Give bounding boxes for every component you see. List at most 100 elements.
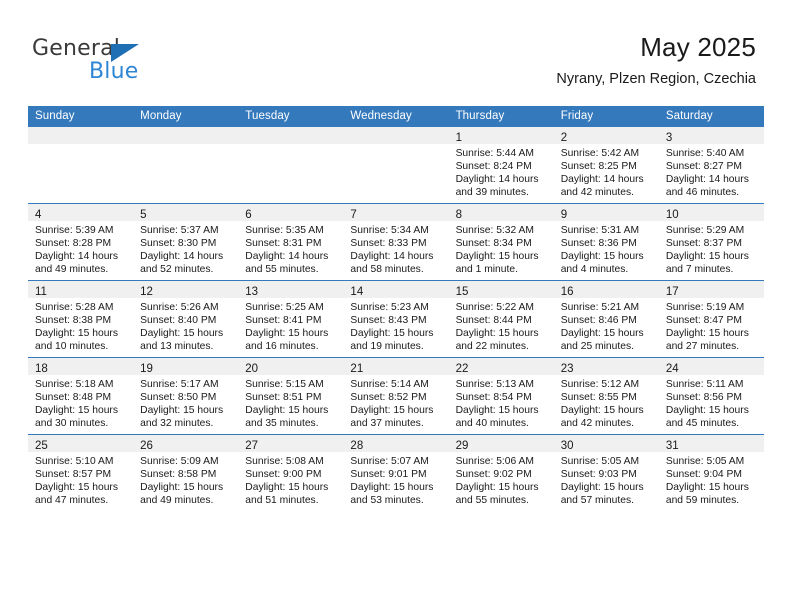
sunrise-text: Sunrise: 5:19 AM	[665, 302, 745, 313]
calendar-day-cell[interactable]: 26 Sunrise: 5:09 AM Sunset: 8:58 PM Dayligh…	[133, 434, 239, 511]
calendar-day-cell[interactable]: 18 Sunrise: 5:18 AM Sunset: 8:48 PM Dayligh…	[28, 357, 134, 435]
day-cell-details: Sunrise: 5:05 AM Sunset: 9:03 PM Daylight:…	[554, 452, 659, 507]
day-number: 29	[455, 440, 469, 452]
calendar-day-cell[interactable]: 8 Sunrise: 5:32 AM Sunset: 8:34 PM Daylight…	[448, 203, 554, 281]
calendar-day-cell[interactable]: 24 Sunrise: 5:11 AM Sunset: 8:56 PM Dayligh…	[658, 357, 764, 435]
sunrise-text: Sunrise: 5:06 AM	[455, 456, 534, 467]
calendar-day-cell[interactable]: 17 Sunrise: 5:19 AM Sunset: 8:47 PM Dayligh…	[658, 280, 764, 358]
sunrise-text: Sunrise: 5:26 AM	[140, 302, 219, 313]
daylight-text-line2: and 45 minutes.	[665, 418, 740, 430]
calendar-day-cell[interactable]: 3 Sunrise: 5:40 AM Sunset: 8:27 PM Daylight…	[658, 127, 764, 204]
day-cell-inner: 22 Sunrise: 5:13 AM Sunset: 8:54 PM Dayligh…	[448, 358, 554, 434]
calendar-day-cell[interactable]: 1 Sunrise: 5:44 AM Sunset: 8:24 PM Daylight…	[448, 127, 554, 204]
calendar-day-cell[interactable]: 11 Sunrise: 5:28 AM Sunset: 8:38 PM Dayligh…	[28, 280, 134, 358]
calendar-day-cell[interactable]: 15 Sunrise: 5:22 AM Sunset: 8:44 PM Dayligh…	[448, 280, 554, 358]
daylight-text-line1: Daylight: 14 hours	[350, 251, 434, 263]
day-number-band	[28, 127, 134, 144]
daylight-text-line2: and 1 minute.	[455, 264, 518, 276]
calendar-day-cell[interactable]: 12 Sunrise: 5:26 AM Sunset: 8:40 PM Dayligh…	[133, 280, 239, 358]
calendar-day-cell[interactable]: 25 Sunrise: 5:10 AM Sunset: 8:57 PM Dayligh…	[28, 434, 134, 511]
day-number-band: 9	[553, 204, 659, 221]
day-number-band: 19	[133, 358, 239, 375]
calendar-day-cell[interactable]: 30 Sunrise: 5:05 AM Sunset: 9:03 PM Dayligh…	[553, 434, 659, 511]
daylight-text-line1: Daylight: 15 hours	[140, 405, 224, 417]
day-cell-inner: 13 Sunrise: 5:25 AM Sunset: 8:41 PM Dayligh…	[238, 281, 344, 357]
sunset-text: Sunset: 8:40 PM	[140, 315, 217, 327]
calendar-day-cell[interactable]: 16 Sunrise: 5:21 AM Sunset: 8:46 PM Dayligh…	[553, 280, 659, 358]
day-number: 16	[560, 286, 574, 298]
calendar-day-cell[interactable]: 20 Sunrise: 5:15 AM Sunset: 8:51 PM Dayligh…	[238, 357, 344, 435]
calendar-cell-empty	[133, 127, 239, 204]
page-subtitle: Nyrany, Plzen Region, Czechia	[556, 71, 756, 87]
calendar-day-cell[interactable]: 9 Sunrise: 5:31 AM Sunset: 8:36 PM Daylight…	[553, 203, 659, 281]
day-cell-inner: 19 Sunrise: 5:17 AM Sunset: 8:50 PM Dayligh…	[133, 358, 239, 434]
calendar-day-cell[interactable]: 28 Sunrise: 5:07 AM Sunset: 9:01 PM Dayligh…	[343, 434, 449, 511]
sunset-text: Sunset: 9:01 PM	[350, 469, 427, 481]
day-number: 7	[350, 209, 357, 221]
day-cell-inner: 29 Sunrise: 5:06 AM Sunset: 9:02 PM Dayligh…	[448, 435, 554, 511]
daylight-text-line1: Daylight: 15 hours	[665, 482, 749, 494]
day-cell-inner: 1 Sunrise: 5:44 AM Sunset: 8:24 PM Daylight…	[448, 127, 554, 203]
day-cell-details: Sunrise: 5:13 AM Sunset: 8:54 PM Daylight:…	[449, 375, 554, 430]
daylight-text-line1: Daylight: 15 hours	[455, 482, 539, 494]
calendar-day-cell[interactable]: 19 Sunrise: 5:17 AM Sunset: 8:50 PM Dayligh…	[133, 357, 239, 435]
calendar-week-row: 4 Sunrise: 5:39 AM Sunset: 8:28 PM Daylight…	[28, 203, 764, 281]
day-number-band: 24	[658, 358, 764, 375]
day-cell-inner: 18 Sunrise: 5:18 AM Sunset: 8:48 PM Dayligh…	[28, 358, 134, 434]
day-number: 1	[455, 132, 462, 144]
calendar-day-cell[interactable]: 27 Sunrise: 5:08 AM Sunset: 9:00 PM Dayligh…	[238, 434, 344, 511]
calendar-day-cell[interactable]: 21 Sunrise: 5:14 AM Sunset: 8:52 PM Dayligh…	[343, 357, 449, 435]
calendar-day-cell[interactable]: 29 Sunrise: 5:06 AM Sunset: 9:02 PM Dayligh…	[448, 434, 554, 511]
daylight-text-line1: Daylight: 15 hours	[35, 405, 118, 417]
sunrise-text: Sunrise: 5:31 AM	[560, 225, 640, 236]
day-number: 17	[665, 286, 679, 298]
daylight-text-line1: Daylight: 15 hours	[140, 328, 224, 340]
calendar-day-cell[interactable]: 13 Sunrise: 5:25 AM Sunset: 8:41 PM Dayligh…	[238, 280, 344, 358]
sunset-text: Sunset: 8:34 PM	[455, 238, 532, 250]
general-blue-logo: General Blue	[32, 36, 172, 88]
calendar-day-cell[interactable]: 5 Sunrise: 5:37 AM Sunset: 8:30 PM Daylight…	[133, 203, 239, 281]
calendar-day-cell[interactable]: 22 Sunrise: 5:13 AM Sunset: 8:54 PM Dayligh…	[448, 357, 554, 435]
calendar-body: 1 Sunrise: 5:44 AM Sunset: 8:24 PM Daylight…	[28, 127, 764, 511]
daylight-text-line2: and 37 minutes.	[350, 418, 424, 430]
weekday-header-row: Sunday Monday Tuesday Wednesday Thursday…	[28, 106, 764, 127]
day-cell-details: Sunrise: 5:06 AM Sunset: 9:02 PM Daylight:…	[449, 452, 554, 507]
day-cell-inner: 9 Sunrise: 5:31 AM Sunset: 8:36 PM Daylight…	[553, 204, 659, 280]
day-number: 27	[245, 440, 259, 452]
day-number-band: 3	[658, 127, 764, 144]
day-number-band: 7	[343, 204, 449, 221]
day-number: 28	[350, 440, 364, 452]
day-number-band: 8	[448, 204, 554, 221]
calendar-day-cell[interactable]: 7 Sunrise: 5:34 AM Sunset: 8:33 PM Daylight…	[343, 203, 449, 281]
calendar-day-cell[interactable]: 23 Sunrise: 5:12 AM Sunset: 8:55 PM Dayligh…	[553, 357, 659, 435]
day-number: 10	[665, 209, 679, 221]
sunset-text: Sunset: 8:44 PM	[455, 315, 532, 327]
calendar-day-cell[interactable]: 2 Sunrise: 5:42 AM Sunset: 8:25 PM Daylight…	[553, 127, 659, 204]
sunset-text: Sunset: 8:24 PM	[455, 161, 532, 173]
daylight-text-line2: and 57 minutes.	[560, 495, 634, 507]
day-cell-details: Sunrise: 5:15 AM Sunset: 8:51 PM Daylight:…	[238, 375, 343, 430]
calendar-day-cell[interactable]: 10 Sunrise: 5:29 AM Sunset: 8:37 PM Dayligh…	[658, 203, 764, 281]
day-cell-details: Sunrise: 5:25 AM Sunset: 8:41 PM Daylight:…	[238, 298, 343, 353]
day-cell-inner: 16 Sunrise: 5:21 AM Sunset: 8:46 PM Dayligh…	[553, 281, 659, 357]
day-cell-details: Sunrise: 5:39 AM Sunset: 8:28 PM Daylight:…	[28, 221, 133, 276]
sunset-text: Sunset: 8:28 PM	[35, 238, 112, 250]
sunrise-text: Sunrise: 5:34 AM	[350, 225, 429, 236]
day-number-band: 30	[553, 435, 659, 452]
calendar-day-cell[interactable]: 4 Sunrise: 5:39 AM Sunset: 8:28 PM Daylight…	[28, 203, 134, 281]
day-cell-inner: 2 Sunrise: 5:42 AM Sunset: 8:25 PM Daylight…	[553, 127, 659, 203]
calendar-week-row: 11 Sunrise: 5:28 AM Sunset: 8:38 PM Dayligh…	[28, 280, 764, 358]
day-cell-details: Sunrise: 5:28 AM Sunset: 8:38 PM Daylight:…	[28, 298, 133, 353]
sunset-text: Sunset: 9:04 PM	[665, 469, 742, 481]
day-number-band: 23	[553, 358, 659, 375]
day-cell-inner	[238, 127, 344, 203]
calendar-day-cell[interactable]: 14 Sunrise: 5:23 AM Sunset: 8:43 PM Dayligh…	[343, 280, 449, 358]
calendar-cell-empty	[28, 127, 134, 204]
sunset-text: Sunset: 9:02 PM	[455, 469, 532, 481]
sunrise-text: Sunrise: 5:44 AM	[455, 148, 534, 159]
sunset-text: Sunset: 8:30 PM	[140, 238, 217, 250]
daylight-text-line1: Daylight: 14 hours	[35, 251, 118, 263]
calendar-day-cell[interactable]: 6 Sunrise: 5:35 AM Sunset: 8:31 PM Daylight…	[238, 203, 344, 281]
calendar-day-cell[interactable]: 31 Sunrise: 5:05 AM Sunset: 9:04 PM Dayligh…	[658, 434, 764, 511]
daylight-text-line2: and 39 minutes.	[455, 187, 529, 199]
